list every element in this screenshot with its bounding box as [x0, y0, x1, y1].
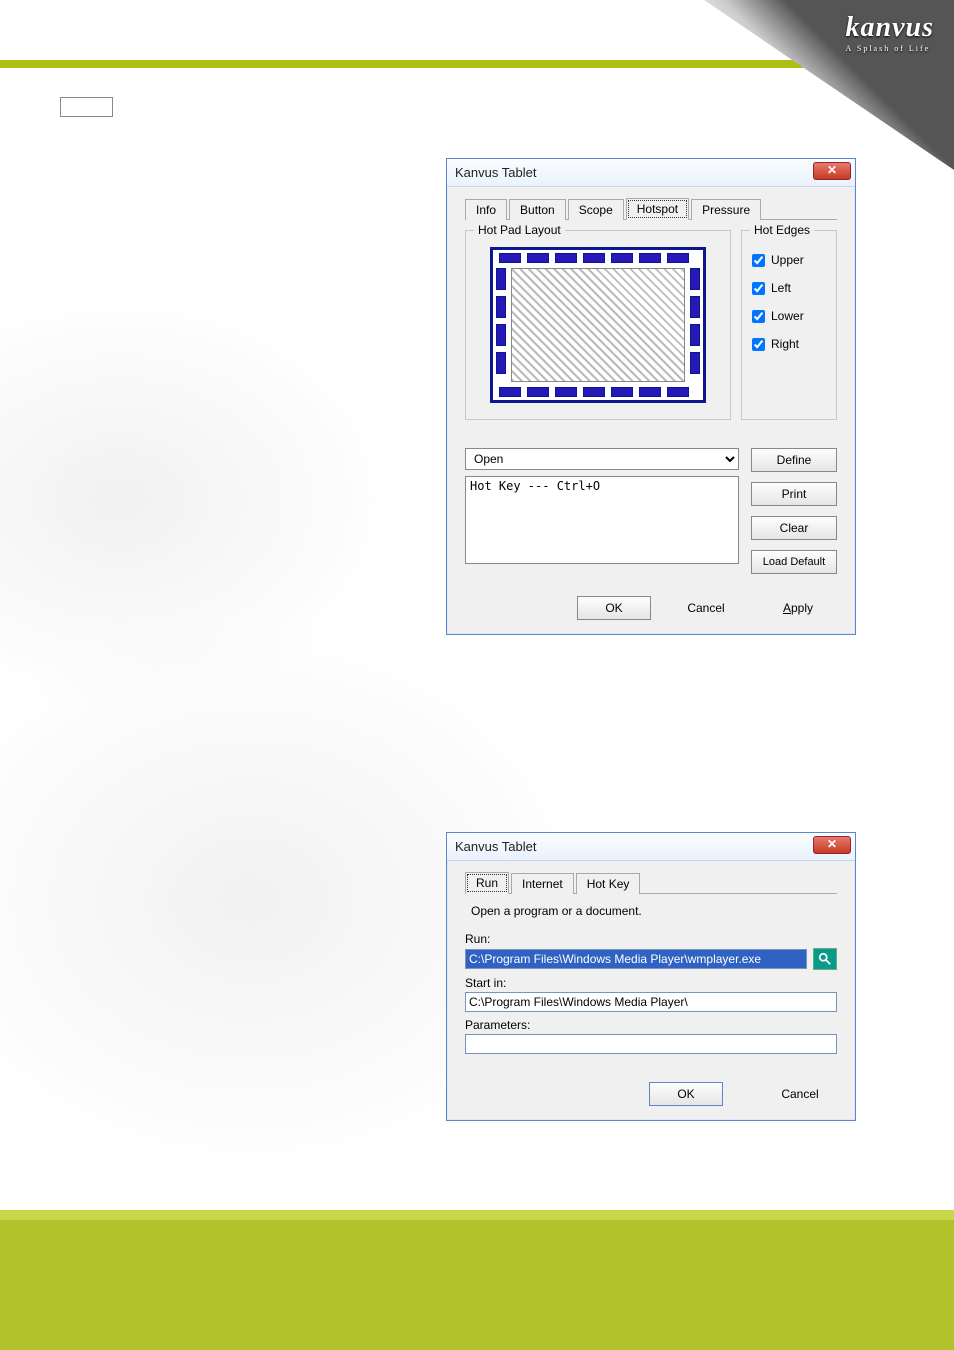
startin-input[interactable]	[465, 992, 837, 1012]
clear-button[interactable]: Clear	[751, 516, 837, 540]
hotpad-preview[interactable]	[490, 247, 706, 403]
hot-edges-group: Hot Edges Upper Left Lower Right	[741, 230, 837, 420]
hotspot-dialog: Kanvus Tablet ✕ Info Button Scope Hotspo…	[446, 158, 856, 635]
bottom-accent-band	[0, 1210, 954, 1350]
cancel-button[interactable]: Cancel	[763, 1082, 837, 1106]
edge-left-checkbox[interactable]	[752, 282, 765, 295]
cancel-button[interactable]: Cancel	[669, 596, 743, 620]
ok-button[interactable]: OK	[577, 596, 651, 620]
brand-logo: kanvus A Splash of Life	[846, 12, 934, 53]
run-label: Run:	[465, 932, 837, 946]
dialog-titlebar: Kanvus Tablet ✕	[447, 833, 855, 861]
edge-upper-checkbox[interactable]	[752, 254, 765, 267]
ok-button[interactable]: OK	[649, 1082, 723, 1106]
edge-lower-checkbox[interactable]	[752, 310, 765, 323]
edge-right[interactable]: Right	[752, 337, 826, 351]
startin-label: Start in:	[465, 976, 837, 990]
hotpad-layout-group: Hot Pad Layout	[465, 230, 731, 420]
define-button[interactable]: Define	[751, 448, 837, 472]
page-header-button	[60, 97, 113, 117]
search-icon	[818, 952, 832, 966]
tab-internet[interactable]: Internet	[511, 873, 574, 894]
hot-edges-label: Hot Edges	[750, 223, 814, 237]
tab-scope[interactable]: Scope	[568, 199, 624, 220]
tab-strip: Info Button Scope Hotspot Pressure	[465, 197, 837, 220]
hotpad-work-area	[511, 268, 685, 382]
action-combobox[interactable]: Open	[465, 448, 739, 470]
edge-lower[interactable]: Lower	[752, 309, 826, 323]
tab-hotspot[interactable]: Hotspot	[626, 198, 689, 220]
brand-name: kanvus	[846, 12, 934, 43]
tab-pressure[interactable]: Pressure	[691, 199, 761, 220]
edge-left[interactable]: Left	[752, 281, 826, 295]
tab-button[interactable]: Button	[509, 199, 566, 220]
dialog-title: Kanvus Tablet	[455, 839, 536, 854]
dialog-title: Kanvus Tablet	[455, 165, 536, 180]
edge-upper[interactable]: Upper	[752, 253, 826, 267]
dialog-titlebar: Kanvus Tablet ✕	[447, 159, 855, 187]
apply-button[interactable]: Apply	[761, 596, 835, 620]
close-button[interactable]: ✕	[813, 162, 851, 180]
tab-hotkey[interactable]: Hot Key	[576, 873, 641, 894]
hotpad-layout-label: Hot Pad Layout	[474, 223, 565, 237]
hotkey-display: Hot Key --- Ctrl+O	[465, 476, 739, 564]
close-button[interactable]: ✕	[813, 836, 851, 854]
params-label: Parameters:	[465, 1018, 837, 1032]
tab-strip: Run Internet Hot Key	[465, 871, 837, 894]
tab-run[interactable]: Run	[465, 872, 509, 894]
brand-tagline: A Splash of Life	[846, 44, 934, 53]
params-input[interactable]	[465, 1034, 837, 1054]
run-path-input[interactable]	[465, 949, 807, 969]
load-default-button[interactable]: Load Default	[751, 550, 837, 574]
print-button[interactable]: Print	[751, 482, 837, 506]
browse-button[interactable]	[813, 948, 837, 970]
tab-info[interactable]: Info	[465, 199, 507, 220]
run-description: Open a program or a document.	[471, 904, 837, 918]
edge-right-checkbox[interactable]	[752, 338, 765, 351]
define-dialog: Kanvus Tablet ✕ Run Internet Hot Key Ope…	[446, 832, 856, 1121]
